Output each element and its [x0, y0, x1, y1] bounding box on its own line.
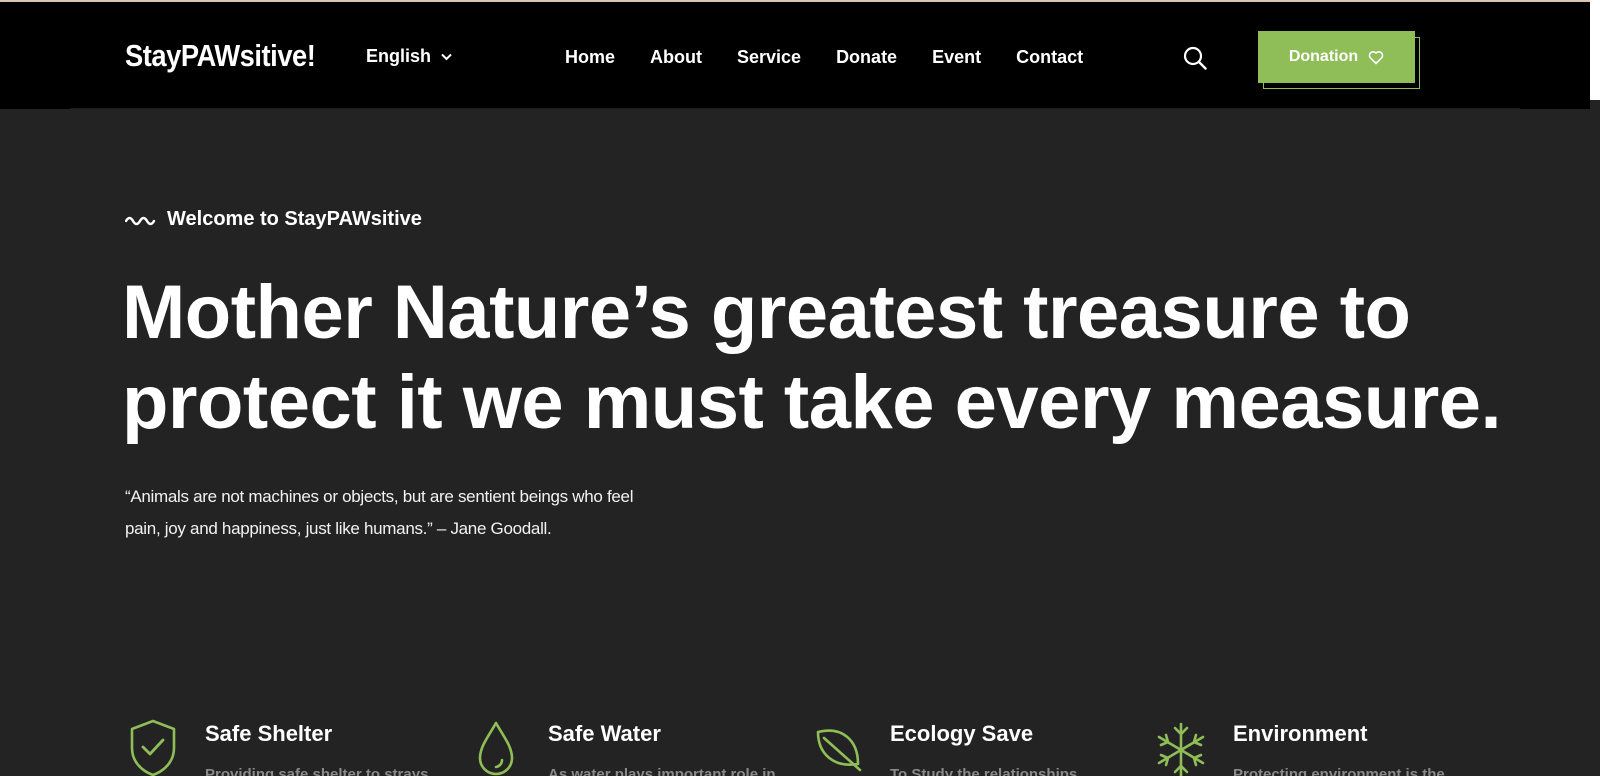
feature-title: Environment [1233, 721, 1368, 746]
quote-line-2: pain, joy and happiness, just like human… [125, 519, 552, 538]
nav-home[interactable]: Home [565, 47, 615, 68]
feature-safe-shelter: Safe Shelter Providing safe shelter to s… [127, 718, 447, 776]
hero-headline: Mother Nature’s greatest treasure to pro… [122, 268, 1542, 448]
nav-event[interactable]: Event [932, 47, 981, 68]
water-drop-icon [478, 721, 514, 776]
feature-title: Safe Shelter [205, 721, 333, 746]
site-header: StayPAWsitive! English Home About Servic… [0, 2, 1590, 109]
main-nav: Home About Service Donate Event Contact [565, 47, 1083, 68]
wave-icon [125, 216, 156, 225]
search-icon[interactable] [1183, 46, 1207, 70]
quote-line-1: “Animals are not machines or objects, bu… [125, 487, 634, 506]
leaf-icon [816, 729, 862, 772]
feature-desc: Providing safe shelter to strays [205, 766, 429, 776]
feature-desc: As water plays important role in [548, 766, 776, 776]
feature-ecology-save: Ecology Save To Study the relationships [812, 718, 1132, 776]
nav-about[interactable]: About [650, 47, 702, 68]
feature-desc: Protecting environment is the [1233, 766, 1445, 776]
feature-desc: To Study the relationships [890, 766, 1078, 776]
feature-title: Ecology Save [890, 721, 1034, 746]
snowflake-icon [1157, 722, 1205, 776]
language-selector[interactable]: English [366, 46, 452, 67]
header-divider [70, 108, 1520, 109]
donation-button-wrap: Donation [1258, 31, 1420, 89]
donation-label: Donation [1288, 48, 1359, 65]
nav-service[interactable]: Service [737, 47, 801, 68]
nav-contact[interactable]: Contact [1016, 47, 1083, 68]
feature-title: Safe Water [548, 721, 661, 746]
page: StayPAWsitive! English Home About Servic… [0, 0, 1600, 776]
feature-safe-water: Safe Water As water plays important role… [470, 718, 790, 776]
welcome-tagline: Welcome to StayPAWsitive [125, 208, 422, 231]
feature-environment: Environment Protecting environment is th… [1155, 718, 1475, 776]
chevron-down-icon [441, 53, 452, 60]
heart-icon [1368, 50, 1384, 64]
headline-line-2: protect it we must take every measure. [122, 360, 1502, 445]
scrollbar[interactable] [1590, 0, 1600, 100]
shield-check-icon [130, 719, 176, 776]
site-logo[interactable]: StayPAWsitive! [125, 38, 316, 74]
welcome-text: Welcome to StayPAWsitive [167, 208, 422, 230]
nav-donate[interactable]: Donate [836, 47, 897, 68]
headline-line-1: Mother Nature’s greatest treasure to [122, 270, 1411, 355]
donation-button[interactable]: Donation [1258, 31, 1415, 83]
language-label: English [366, 46, 432, 66]
hero-quote: “Animals are not machines or objects, bu… [125, 481, 665, 545]
